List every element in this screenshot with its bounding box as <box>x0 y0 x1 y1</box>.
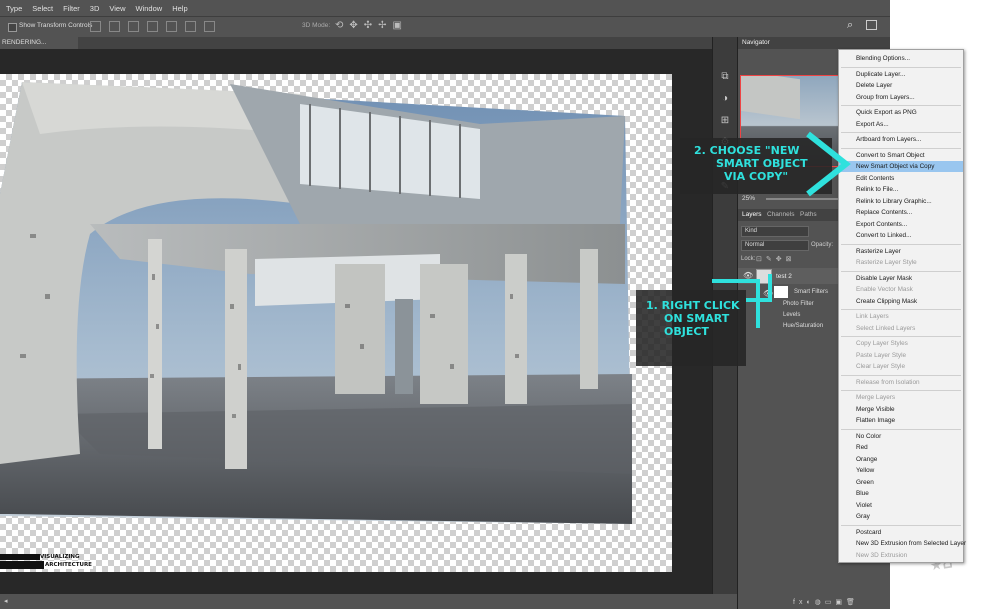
annotation-arrows <box>712 131 851 328</box>
arrow-chevron <box>806 131 851 197</box>
step-1-connector <box>712 279 760 328</box>
